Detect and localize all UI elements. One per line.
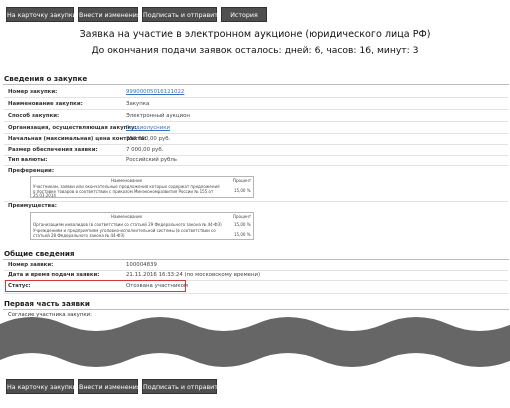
row-divider xyxy=(4,97,508,98)
row-divider xyxy=(4,144,508,145)
row-divider xyxy=(4,121,508,122)
table-cell-percent: 15,00 % xyxy=(234,222,251,227)
section-title-general: Общие сведения xyxy=(4,249,75,258)
initial-price-value: 350 000,00 руб. xyxy=(126,136,171,142)
table-cell-percent: 15,00 % xyxy=(234,188,251,193)
make-changes-button-bottom[interactable]: Внести изменения xyxy=(78,379,141,394)
application-number-value: 100004839 xyxy=(126,262,157,268)
history-button[interactable]: История xyxy=(221,7,267,22)
row-divider xyxy=(4,270,508,271)
section-divider xyxy=(3,84,509,85)
procurement-method-value: Электронный аукцион xyxy=(126,113,190,119)
section-divider xyxy=(3,259,509,260)
section-title-first-part: Первая часть заявки xyxy=(4,299,90,308)
field-label-submission-date: Дата и время подачи заявки: xyxy=(8,272,100,278)
advantages-label: Преимущества: xyxy=(8,203,57,209)
deadline-countdown: До окончания подачи заявок осталось: дне… xyxy=(91,45,419,56)
preferences-label: Преференции: xyxy=(8,168,54,174)
row-divider xyxy=(4,201,508,202)
back-to-card-button-bottom[interactable]: На карточку закупки xyxy=(6,379,77,394)
preferences-table: Наименование Процент Участникам, заявки … xyxy=(30,176,254,198)
page-title: Заявка на участие в электронном аукционе… xyxy=(79,29,431,40)
advantages-table: Наименование Процент Организациям инвали… xyxy=(30,212,254,240)
field-label-status: Статус: xyxy=(8,283,31,289)
submission-date-value: 21.11.2016 16:33:24 (по московскому врем… xyxy=(126,272,261,278)
organization-link[interactable]: Гладиолусники xyxy=(126,125,170,131)
field-label-organization: Организация, осуществляющая закупку: xyxy=(8,125,137,131)
field-label-procurement-number: Номер закупки: xyxy=(8,89,58,95)
field-label-currency: Тип валюты: xyxy=(8,157,48,163)
table-header-name: Наименование xyxy=(111,214,143,219)
table-cell-name: Учреждениям и предприятиям уголовно-испо… xyxy=(33,228,216,238)
currency-value: Российский рубль xyxy=(126,157,177,163)
torn-content-separator xyxy=(0,317,510,367)
row-divider xyxy=(4,133,508,134)
procurement-number-link[interactable]: 99900005016121022 xyxy=(126,89,184,95)
section-title-procurement: Сведения о закупке xyxy=(4,74,88,83)
table-cell-percent: 15,00 % xyxy=(234,232,251,237)
table-cell-name: Организациям инвалидов (в соответствии с… xyxy=(33,222,222,227)
status-value: Отозвана участником xyxy=(126,283,189,289)
table-cell-name: Участникам, заявки или окончательные пре… xyxy=(33,184,220,199)
field-label-application-number: Номер заявки: xyxy=(8,262,54,268)
row-divider xyxy=(4,155,508,156)
field-label-security-amount: Размер обеспечения заявки: xyxy=(8,147,98,153)
table-header-percent: Процент xyxy=(233,214,252,219)
table-header-percent: Процент xyxy=(233,178,252,183)
field-label-procurement-name: Наименование закупки: xyxy=(8,101,83,107)
row-divider xyxy=(4,165,508,166)
security-amount-value: 7 000,00 руб. xyxy=(126,147,164,153)
section-divider xyxy=(3,309,509,310)
table-header-name: Наименование xyxy=(111,178,143,183)
make-changes-button[interactable]: Внести изменения xyxy=(78,7,141,22)
row-divider xyxy=(4,109,508,110)
sign-and-send-button[interactable]: Подписать и отправить xyxy=(142,7,222,22)
row-divider xyxy=(4,293,508,294)
procurement-name-value: Закупка xyxy=(126,101,150,107)
field-label-procurement-method: Способ закупки: xyxy=(8,113,60,119)
back-to-card-button[interactable]: На карточку закупки xyxy=(6,7,77,22)
sign-and-send-button-bottom[interactable]: Подписать и отправить xyxy=(142,379,222,394)
